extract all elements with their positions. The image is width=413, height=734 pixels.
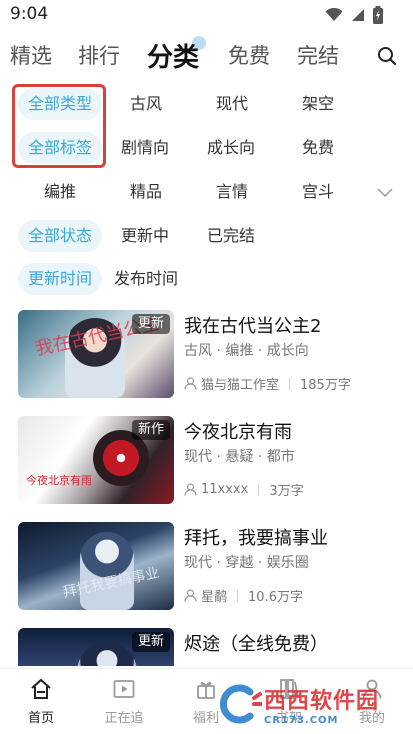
chip-mianfei[interactable]: 免费 xyxy=(302,132,334,164)
chip-xiandai[interactable]: 现代 xyxy=(216,88,248,120)
nav-home-label: 首页 xyxy=(27,711,54,726)
book-tags: 现代 · 悬疑 · 都市 xyxy=(184,449,295,465)
book-item[interactable]: 更新 烬途（全线免费） xyxy=(0,628,413,666)
book-word-count: 185万字 xyxy=(300,378,351,393)
book-list: 我在古代当公主 更新 我在古代当公主2 古风 · 编推 · 成长向 猫与猫工作室… xyxy=(0,310,413,666)
tab-jingxuan[interactable]: 精选 xyxy=(10,40,52,70)
chip-all-status[interactable]: 全部状态 xyxy=(18,220,103,252)
filter-row-sort: 更新时间 发布时间 xyxy=(0,263,413,299)
signal-icon xyxy=(352,9,364,21)
book-cover[interactable]: 拜托我要搞事业 xyxy=(18,522,174,610)
author-icon xyxy=(184,483,197,496)
cover-illustration xyxy=(77,642,138,666)
chip-jiakong[interactable]: 架空 xyxy=(302,88,334,120)
book-title[interactable]: 我在古代当公主2 xyxy=(184,312,321,338)
book-badge: 新作 xyxy=(131,420,170,440)
book-tags: 现代 · 穿越 · 娱乐圈 xyxy=(184,555,309,571)
book-item[interactable]: 拜托我要搞事业 拜托，我要搞事业 现代 · 穿越 · 娱乐圈 星鹬 10.6万字 xyxy=(0,522,413,614)
book-meta: 猫与猫工作室 185万字 xyxy=(184,374,351,393)
book-item[interactable]: 今夜北京有雨 新作 今夜北京有雨 现代 · 悬疑 · 都市 11xxxx 3万字 xyxy=(0,416,413,508)
chip-chengzhangxiang[interactable]: 成长向 xyxy=(207,132,255,164)
battery-icon xyxy=(373,6,383,24)
book-item[interactable]: 我在古代当公主 更新 我在古代当公主2 古风 · 编推 · 成长向 猫与猫工作室… xyxy=(0,310,413,402)
book-tags: 古风 · 编推 · 成长向 xyxy=(184,343,309,359)
tab-paihang[interactable]: 排行 xyxy=(78,40,120,70)
tab-fenlei[interactable]: 分类 xyxy=(147,37,199,74)
nav-following[interactable]: 正在追 xyxy=(94,677,154,726)
meta-divider xyxy=(237,589,239,602)
gift-icon xyxy=(197,682,215,699)
filter-row-status: 全部状态 更新中 已完结 xyxy=(0,220,413,256)
wifi-icon xyxy=(325,8,343,21)
chip-biantui[interactable]: 编推 xyxy=(44,176,76,208)
book-author: 11xxxx xyxy=(201,482,249,497)
filter-row-more-tags: 编推 精品 言情 宫斗 xyxy=(0,176,413,212)
book-word-count: 3万字 xyxy=(269,484,304,499)
book-title[interactable]: 今夜北京有雨 xyxy=(184,418,292,444)
watermark-text: 西西软件园 CR173.COM xyxy=(264,683,379,726)
book-title[interactable]: 拜托，我要搞事业 xyxy=(184,524,328,550)
book-word-count: 10.6万字 xyxy=(248,590,303,605)
author-icon xyxy=(184,377,197,390)
author-icon xyxy=(184,589,197,602)
watermark-logo xyxy=(216,684,263,724)
book-meta: 11xxxx 3万字 xyxy=(184,480,304,499)
chip-yanqing[interactable]: 言情 xyxy=(216,176,248,208)
chip-jingpin[interactable]: 精品 xyxy=(130,176,162,208)
nav-home[interactable]: 首页 xyxy=(11,677,71,726)
chip-publish-time[interactable]: 发布时间 xyxy=(114,263,178,295)
chip-gongdou[interactable]: 宫斗 xyxy=(302,176,334,208)
tab-mianfei[interactable]: 免费 xyxy=(228,40,270,70)
book-badge: 更新 xyxy=(131,314,170,334)
watermark-sub: CR173.COM xyxy=(264,714,339,726)
chevron-down-icon[interactable] xyxy=(375,182,395,202)
watermark-main: 西西软件园 xyxy=(264,688,380,714)
status-bar: 9:04 xyxy=(0,0,413,30)
book-cover[interactable]: 我在古代当公主 更新 xyxy=(18,310,174,398)
search-icon[interactable] xyxy=(377,46,397,66)
book-author: 猫与猫工作室 xyxy=(201,378,280,393)
chip-update-time[interactable]: 更新时间 xyxy=(18,263,103,295)
play-video-icon xyxy=(113,680,135,698)
chip-completed[interactable]: 已完结 xyxy=(207,220,255,252)
status-time: 9:04 xyxy=(10,4,49,24)
top-nav: 精选 排行 分类 免费 完结 xyxy=(0,36,413,78)
meta-divider xyxy=(258,483,260,496)
tab-wanjie[interactable]: 完结 xyxy=(297,40,339,70)
book-title[interactable]: 烬途（全线免费） xyxy=(184,630,328,656)
status-icons xyxy=(325,6,383,24)
cover-art-text: 今夜北京有雨 xyxy=(26,474,92,487)
annotation-highlight-box xyxy=(12,84,106,168)
home-icon xyxy=(31,678,51,699)
chip-updating[interactable]: 更新中 xyxy=(121,220,169,252)
book-badge: 更新 xyxy=(131,632,170,652)
book-meta: 星鹬 10.6万字 xyxy=(184,586,303,605)
chip-juqingxiang[interactable]: 剧情向 xyxy=(121,132,169,164)
book-author: 星鹬 xyxy=(201,590,228,605)
site-watermark: 西西软件园 CR173.COM xyxy=(216,683,394,726)
nav-following-label: 正在追 xyxy=(104,711,144,726)
meta-divider xyxy=(289,377,291,390)
book-cover[interactable]: 更新 xyxy=(18,628,174,666)
book-cover[interactable]: 今夜北京有雨 新作 xyxy=(18,416,174,504)
chip-gufeng[interactable]: 古风 xyxy=(130,88,162,120)
